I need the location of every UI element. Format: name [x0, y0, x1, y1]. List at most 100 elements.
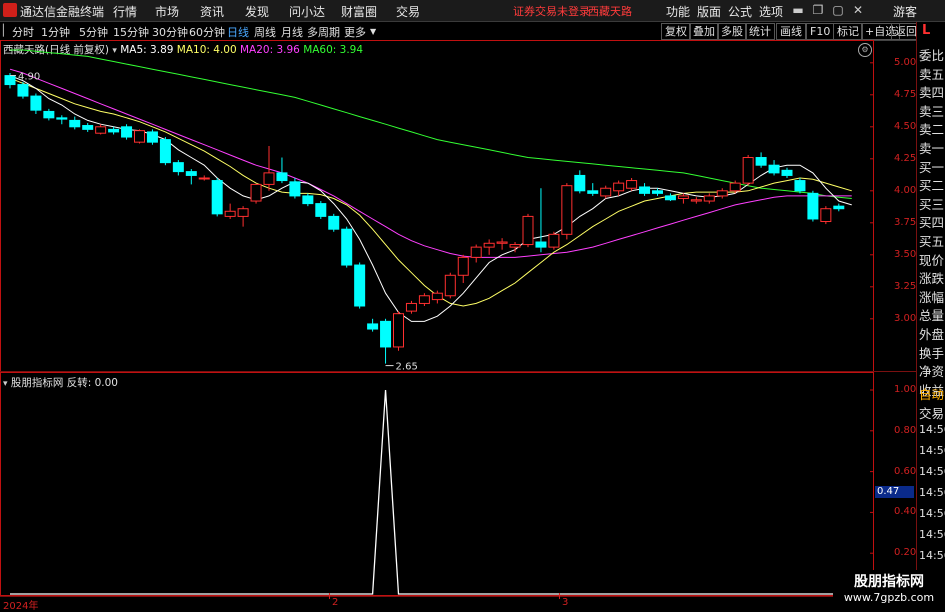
tick-time: 14:56 [919, 444, 945, 457]
period-multi[interactable]: 多周期 [307, 24, 340, 40]
candle [56, 115, 68, 125]
candle-body-down [82, 125, 94, 130]
y-tick-label: 3.75 [894, 216, 917, 228]
candle [302, 193, 314, 207]
menu-discover[interactable]: 发现 [245, 3, 269, 20]
f10-button[interactable]: F10 [806, 23, 835, 40]
candle [781, 167, 793, 178]
period-toolbar: ▏ 分时 1分钟 5分钟 15分钟 30分钟 60分钟 日线 周线 月线 多周期… [0, 22, 945, 41]
sub-y-tick-label: 1.00 [894, 384, 917, 395]
menu-layout[interactable]: 版面 [697, 3, 721, 20]
current-stock-name: 西藏天路 [588, 5, 632, 18]
guest-label[interactable]: 游客 [893, 3, 917, 20]
period-30min[interactable]: 30分钟 [152, 24, 188, 40]
quote-field-label: 现价 [919, 252, 945, 268]
period-1min[interactable]: 1分钟 [41, 24, 70, 40]
candle-body-up [626, 180, 638, 189]
restore-icon[interactable]: ❐ [810, 2, 826, 18]
candle [380, 318, 392, 364]
candle [561, 183, 573, 240]
candle-body-up [237, 208, 249, 217]
candle [17, 82, 29, 99]
quote-field-label: 卖五 [919, 66, 945, 82]
menu-ask[interactable]: 问小达 [289, 3, 325, 20]
auto-label[interactable]: 自动 [919, 384, 944, 403]
period-timeshare[interactable]: 分时 [12, 24, 34, 40]
quote-field-label: 委比 [919, 48, 945, 63]
candle-body-down [768, 164, 780, 174]
candle [30, 93, 42, 114]
candle-body-up [418, 295, 430, 304]
period-60min[interactable]: 60分钟 [189, 24, 225, 40]
candle [172, 160, 184, 176]
quote-field-label: 卖二 [919, 122, 945, 138]
candle [224, 203, 236, 219]
candle [768, 160, 780, 176]
x-tick [329, 593, 330, 599]
indicator-chart[interactable] [0, 372, 916, 596]
menu-quotes[interactable]: 行情 [113, 3, 137, 20]
trade-label[interactable]: 交易 [919, 403, 944, 422]
menu-trade[interactable]: 交易 [396, 3, 420, 20]
y-tick-label: 3.50 [894, 248, 917, 260]
candle-body-down [289, 181, 301, 197]
menu-market[interactable]: 市场 [155, 3, 179, 20]
close-icon[interactable]: ✕ [850, 2, 866, 18]
candle [716, 188, 728, 199]
multi-stock-button[interactable]: 多股 [717, 23, 747, 40]
candle-body-down [69, 119, 81, 128]
candle-body-up [690, 199, 702, 202]
candle [483, 239, 495, 255]
candle [134, 129, 145, 144]
candle [742, 154, 754, 186]
quote-field-label: 涨跌 [919, 271, 945, 287]
period-5min[interactable]: 5分钟 [79, 24, 108, 40]
overlay-button[interactable]: 叠加 [689, 23, 719, 40]
candle [82, 122, 94, 132]
adjust-price-button[interactable]: 复权 [661, 23, 691, 40]
candle [146, 129, 158, 145]
maximize-icon[interactable]: ▢ [830, 2, 846, 18]
more-dropdown-icon[interactable]: ▼ [370, 27, 376, 36]
x-label-mar: 3 [562, 597, 569, 608]
mark-button[interactable]: 标记 [833, 23, 863, 40]
quote-field-label: 买五 [919, 234, 945, 249]
candle-body-down [380, 320, 392, 348]
draw-line-button[interactable]: 画线 [776, 23, 806, 40]
candle [367, 318, 379, 332]
y-tick-label: 4.50 [894, 120, 917, 132]
period-15min[interactable]: 15分钟 [113, 24, 149, 40]
candle [95, 124, 107, 135]
candle-body-down [794, 180, 806, 192]
watermark-title: 股朋指标网 [854, 574, 924, 590]
period-more[interactable]: 更多 [344, 24, 366, 40]
menu-options[interactable]: 选项 [759, 3, 783, 20]
tick-time: 14:56 [919, 423, 945, 436]
candle-body-down [755, 157, 767, 166]
menu-wealth[interactable]: 财富圈 [341, 3, 377, 20]
quote-field-label: 卖一 [919, 141, 945, 156]
minimize-icon[interactable]: ▬ [790, 2, 806, 18]
main-plot-frame [0, 40, 874, 372]
menu-formula[interactable]: 公式 [728, 3, 752, 20]
candle-body-down [574, 174, 586, 192]
login-status[interactable]: 证券交易未登录 [513, 3, 590, 19]
period-monthly[interactable]: 月线 [281, 24, 303, 40]
candle-body-down [781, 169, 793, 176]
candle-body-up [522, 215, 534, 246]
statistics-button[interactable]: 统计 [745, 23, 775, 40]
menu-functions[interactable]: 功能 [666, 3, 690, 20]
reversal-indicator-line [10, 389, 839, 595]
period-weekly[interactable]: 周线 [254, 24, 276, 40]
quote-field-label: 买三 [919, 196, 945, 212]
tick-time: 14:56 [919, 528, 945, 541]
candle-body-up [561, 185, 573, 235]
candle-body-down [341, 228, 353, 266]
quote-field-label: 涨幅 [919, 289, 945, 305]
x-axis: 2024年 2 3 [0, 593, 916, 612]
candle-body-down [833, 205, 845, 210]
period-daily[interactable]: 日线 [227, 24, 249, 40]
candlestick-chart[interactable]: 4.902.65 [0, 40, 916, 372]
candle [198, 175, 210, 181]
menu-news[interactable]: 资讯 [200, 3, 224, 20]
